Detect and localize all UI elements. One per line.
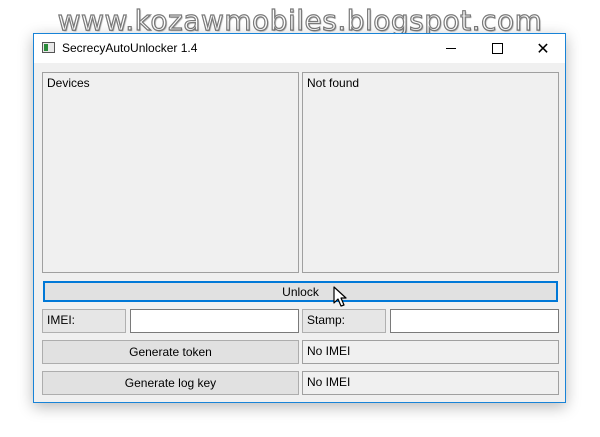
stamp-input[interactable] [390, 309, 559, 333]
minimize-icon [446, 48, 456, 49]
app-window: SecrecyAutoUnlocker 1.4 ✕ Devices Not fo… [33, 33, 566, 403]
imei-label: IMEI: [42, 309, 126, 333]
close-button[interactable]: ✕ [520, 34, 566, 63]
devices-label: Devices [47, 76, 90, 90]
app-icon [42, 42, 55, 53]
unlock-button[interactable]: Unlock [43, 281, 558, 302]
token-status-box: No IMEI [302, 340, 559, 364]
screenshot-stage: www.kozawmobiles.blogspot.com SecrecyAut… [0, 0, 600, 437]
minimize-button[interactable] [428, 34, 474, 63]
log-key-status-box: No IMEI [302, 371, 559, 395]
generate-log-key-button[interactable]: Generate log key [42, 371, 299, 395]
mouse-pointer-icon [333, 286, 347, 307]
devices-list[interactable]: Devices [42, 72, 299, 273]
maximize-button[interactable] [474, 34, 520, 63]
close-icon: ✕ [536, 38, 550, 58]
imei-input[interactable] [130, 309, 299, 333]
maximize-icon [491, 43, 503, 54]
title-bar[interactable]: SecrecyAutoUnlocker 1.4 ✕ [34, 34, 565, 63]
stamp-label: Stamp: [302, 309, 386, 333]
device-status-panel: Not found [302, 72, 559, 273]
device-status-label: Not found [307, 76, 360, 90]
generate-token-button[interactable]: Generate token [42, 340, 299, 364]
window-title: SecrecyAutoUnlocker 1.4 [62, 41, 198, 55]
